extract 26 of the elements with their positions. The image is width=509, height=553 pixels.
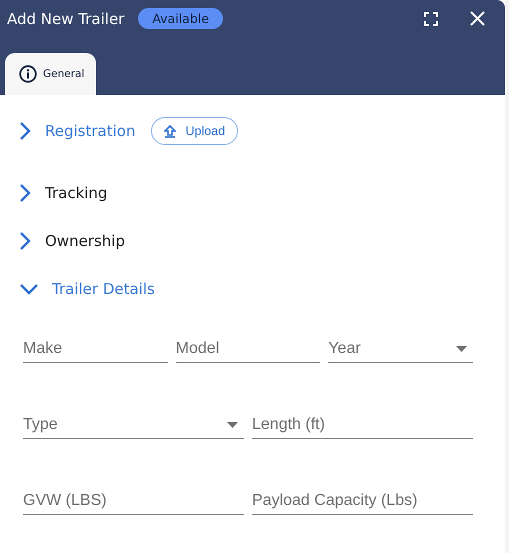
close-icon (470, 11, 485, 26)
close-button[interactable] (470, 11, 485, 26)
select-field[interactable]: Type (23, 411, 244, 439)
status-badge: Available (138, 8, 223, 29)
section-header[interactable]: Ownership (20, 232, 125, 250)
chevron-right-icon (20, 184, 31, 202)
input-field[interactable]: Length (ft) (252, 411, 473, 439)
upload-icon (164, 124, 176, 138)
input-field[interactable]: Model (176, 335, 320, 363)
tab[interactable]: General (5, 53, 96, 95)
dropdown-icon (456, 346, 468, 352)
upload-button[interactable]: Upload (151, 117, 238, 145)
fullscreen-button[interactable] (424, 12, 438, 26)
section-header[interactable]: Trailer Details (20, 280, 155, 298)
info-icon (19, 65, 37, 83)
dropdown-icon (227, 422, 238, 428)
input-field[interactable]: Make (23, 335, 168, 363)
chevron-down-icon (20, 284, 38, 294)
fullscreen-icon (424, 12, 438, 26)
section-header[interactable]: Registration (20, 122, 136, 140)
input-field[interactable]: GVW (LBS) (23, 487, 244, 515)
dialog-title: Add New Trailer (7, 10, 124, 28)
section-header[interactable]: Tracking (20, 184, 108, 202)
input-field[interactable]: Payload Capacity (Lbs) (252, 487, 473, 515)
chevron-right-icon (20, 232, 31, 250)
chevron-right-icon (20, 122, 31, 140)
